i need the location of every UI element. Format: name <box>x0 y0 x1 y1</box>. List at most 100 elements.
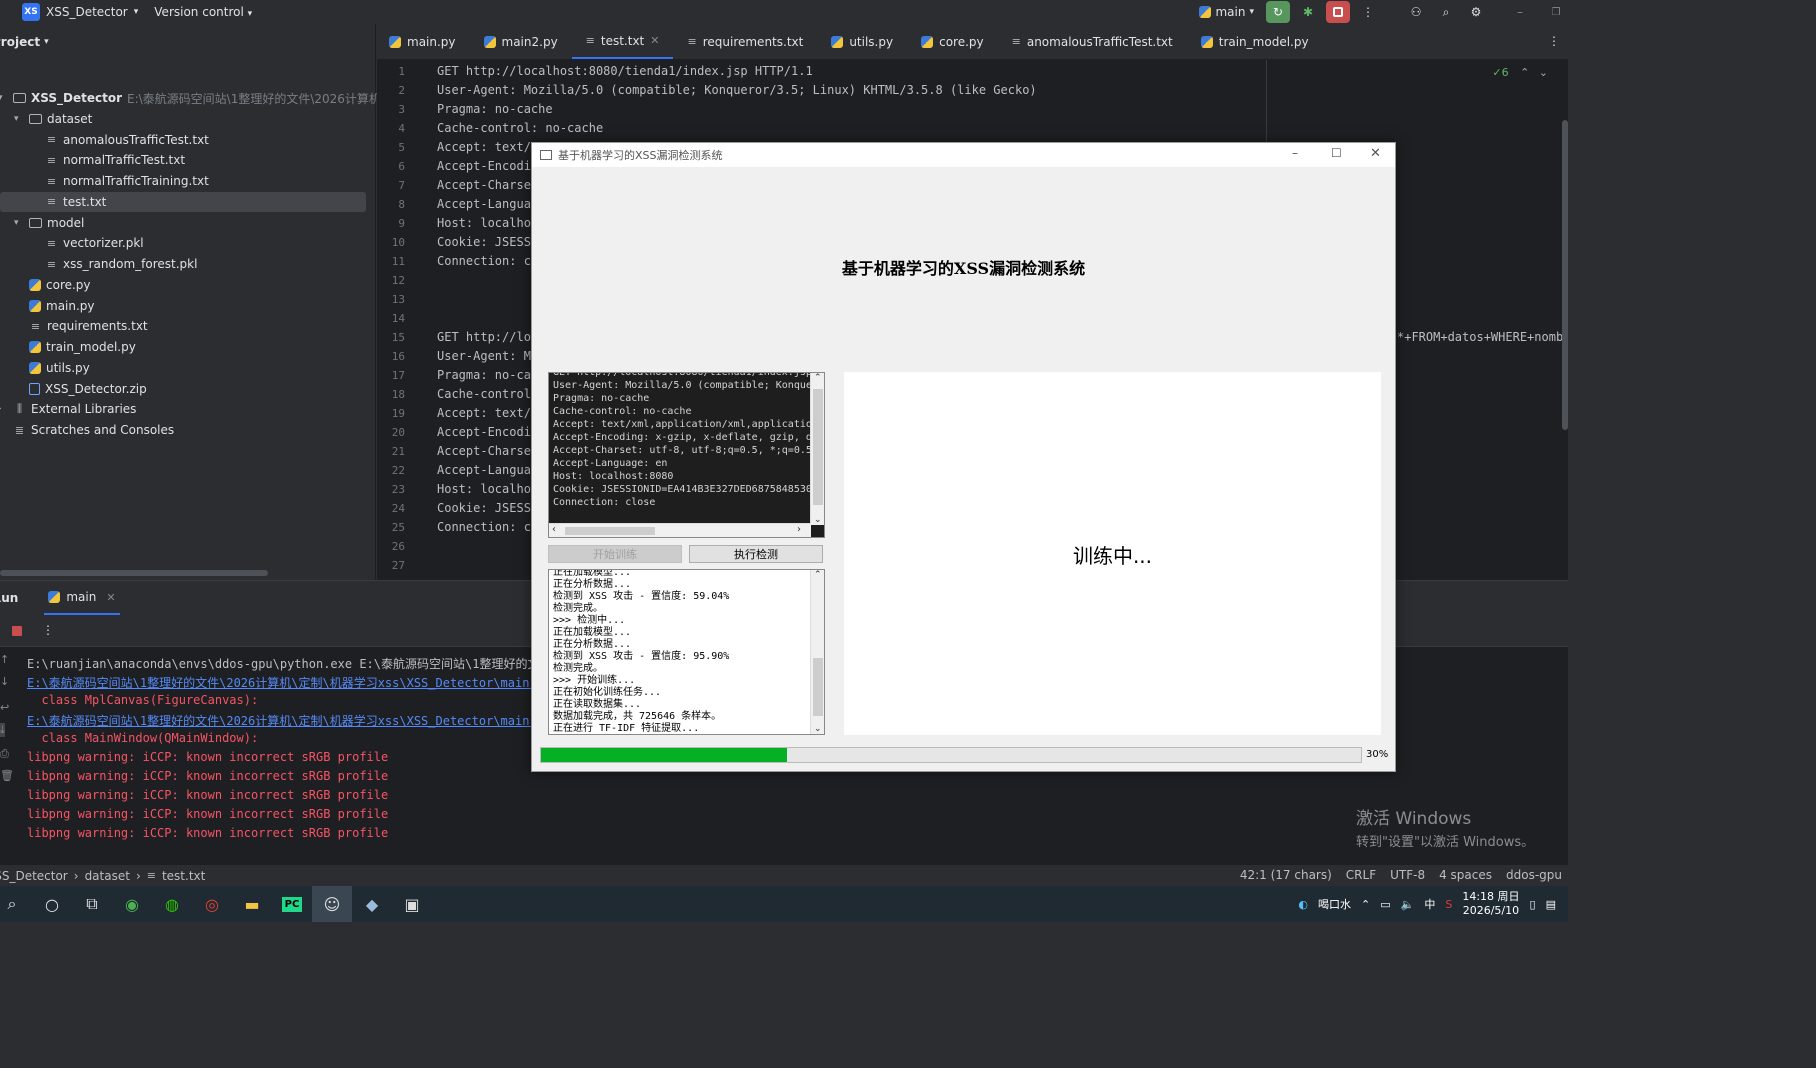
tree-item-xss-random-forest-pkl[interactable]: ≡ xss_random_forest.pkl <box>30 254 198 274</box>
tab-test-txt[interactable]: ≡ test.txt ✕ <box>571 24 674 59</box>
ime-indicator[interactable]: 中 <box>1424 896 1435 912</box>
breadcrumb-item[interactable]: XSS_Detector <box>0 869 68 883</box>
volume-icon[interactable]: 🔈 <box>1401 898 1415 911</box>
version-control-menu[interactable]: Version control ▾ <box>154 5 252 19</box>
arrow-down-icon[interactable]: ⌄ <box>814 724 822 734</box>
arrow-down-icon[interactable]: ⌄ <box>814 515 822 525</box>
python-app-icon[interactable]: ▣ <box>392 886 432 922</box>
arrow-up-icon[interactable]: ⌃ <box>814 570 822 580</box>
line-separator[interactable]: CRLF <box>1346 868 1376 882</box>
tree-item-model[interactable]: ▾ model <box>14 213 84 233</box>
indent-setting[interactable]: 4 spaces <box>1439 868 1492 882</box>
arrow-left-icon[interactable]: ‹ <box>552 524 556 535</box>
tree-item-utils-py[interactable]: utils.py <box>14 358 90 378</box>
scroll-thumb[interactable] <box>565 527 655 535</box>
arrow-up-icon[interactable]: ⌃ <box>814 373 822 383</box>
chevron-down-icon[interactable]: ▾ <box>14 114 24 124</box>
project-panel-header[interactable]: Project ▾ <box>0 24 375 60</box>
tab-train-model-py[interactable]: train_model.py <box>1187 24 1323 59</box>
tree-item-main-py[interactable]: main.py <box>14 296 95 316</box>
project-scrollbar[interactable] <box>0 570 268 576</box>
chevron-right-icon[interactable]: › <box>0 404 8 414</box>
breadcrumb-item[interactable]: dataset <box>85 869 130 883</box>
trash-icon[interactable]: 🗑 <box>0 769 14 782</box>
log-output[interactable]: 正在加载模型... 正在分析数据... 检测到 XSS 攻击 - 置信度: 59.0… <box>548 569 825 735</box>
python-interpreter[interactable]: ddos-gpu <box>1506 868 1562 882</box>
caret-position[interactable]: 42:1 (17 chars) <box>1240 868 1332 882</box>
tree-item-vectorizer-pkl[interactable]: ≡ vectorizer.pkl <box>30 233 144 253</box>
more-actions-icon[interactable]: ⋮ <box>1356 1 1380 23</box>
rerun-button[interactable]: ↻ <box>1266 1 1290 23</box>
pycharm-icon[interactable]: PC <box>272 886 312 922</box>
print-icon[interactable]: ⎙ <box>0 747 9 761</box>
chevron-down-icon[interactable]: ▾ <box>14 218 24 228</box>
tree-item-external-libraries[interactable]: › ⫼ External Libraries <box>0 399 136 419</box>
scroll-thumb[interactable] <box>813 389 823 505</box>
tab-requirements-txt[interactable]: ≡ requirements.txt <box>673 24 817 59</box>
tree-item-normaltraffictest-txt[interactable]: ≡ normalTrafficTest.txt <box>30 150 185 170</box>
tab-menu-icon[interactable]: ⋮ <box>1548 34 1560 48</box>
minimize-icon[interactable]: – <box>1508 1 1532 23</box>
arrow-up-icon[interactable]: ↑ <box>0 653 9 666</box>
maximize-icon[interactable]: ☐ <box>1331 146 1342 160</box>
add-user-icon[interactable]: ⚇ <box>1404 1 1428 23</box>
search-icon[interactable]: ⌕ <box>0 886 32 922</box>
tab-utils-py[interactable]: utils.py <box>817 24 907 59</box>
tree-item-train-model-py[interactable]: train_model.py <box>14 337 136 357</box>
close-icon[interactable]: ✕ <box>106 591 115 604</box>
tree-item-scratches-and-consoles[interactable]: ≣ Scratches and Consoles <box>0 420 174 440</box>
arrow-down-icon[interactable]: ↓ <box>0 675 9 688</box>
tree-item-xss-detector-zip[interactable]: XSS_Detector.zip <box>14 379 147 399</box>
chevron-up-icon[interactable]: ⌃ <box>1361 898 1370 911</box>
wechat-icon[interactable]: ◍ <box>152 886 192 922</box>
task-view-icon[interactable]: ⧉ <box>72 886 112 922</box>
close-icon[interactable]: ✕ <box>1370 146 1381 161</box>
app-360-icon[interactable]: ◉ <box>112 886 152 922</box>
app-notes-icon[interactable]: ◆ <box>352 886 392 922</box>
project-switcher[interactable]: XS XSS_Detector ▾ <box>22 3 138 21</box>
tree-item-core-py[interactable]: core.py <box>14 275 91 295</box>
console-link[interactable]: E:\泰航源码空间站\1整理好的文件\2026计算机\定制\机器学习xss\XS… <box>27 674 558 691</box>
tree-item-test-txt[interactable]: ≡ test.txt <box>0 191 366 212</box>
editor-scrollbar[interactable] <box>1562 120 1568 430</box>
tab-anomaloustraffictest-txt[interactable]: ≡ anomalousTrafficTest.txt <box>998 24 1187 59</box>
search-icon[interactable]: ⌕ <box>1434 1 1458 23</box>
start-training-button[interactable]: 开始训练 <box>548 545 682 563</box>
cortana-icon[interactable]: ○ <box>32 886 72 922</box>
weather-label[interactable]: 喝口水 <box>1318 896 1351 912</box>
tree-item-xss-detector[interactable]: ▾ XSS_Detector E:\泰航源码空间站\1整理好的文件\2026计算机\… <box>0 88 413 108</box>
request-input[interactable]: GET http://localhost:8080/tienda1/index.… <box>548 372 825 538</box>
console-link[interactable]: E:\泰航源码空间站\1整理好的文件\2026计算机\定制\机器学习xss\XS… <box>27 712 558 729</box>
run-detection-button[interactable]: 执行检测 <box>689 545 823 563</box>
problems-indicator[interactable]: ✓6 ⌃ ⌄ <box>1492 66 1548 79</box>
chevron-up-icon[interactable]: ⌃ <box>1520 66 1529 79</box>
sogou-icon[interactable]: S <box>1445 898 1452 911</box>
app-avatar-icon[interactable]: ☺ <box>312 886 352 922</box>
stop-button[interactable] <box>1326 1 1350 23</box>
tree-item-normaltraffictraining-txt[interactable]: ≡ normalTrafficTraining.txt <box>30 171 209 191</box>
tab-run-main[interactable]: main ✕ <box>44 581 120 615</box>
minimize-icon[interactable]: – <box>1292 146 1298 160</box>
chrome-icon[interactable]: ◎ <box>192 886 232 922</box>
restore-icon[interactable]: ❐ <box>1544 1 1568 23</box>
clock[interactable]: 14:18 周日 2026/5/10 <box>1462 890 1519 918</box>
network-icon[interactable]: ▭ <box>1380 898 1390 911</box>
notification-icon[interactable]: ▤ <box>1546 898 1556 911</box>
scroll-thumb[interactable] <box>813 658 823 716</box>
tree-item-dataset[interactable]: ▾ dataset <box>14 109 92 129</box>
chevron-down-icon[interactable]: ⌄ <box>1539 66 1548 79</box>
more-options-icon[interactable]: ⋮ <box>42 623 54 637</box>
request-hscrollbar[interactable]: ‹ › <box>549 523 811 537</box>
chevron-down-icon[interactable]: ▾ <box>0 93 8 103</box>
weather-icon[interactable]: ◐ <box>1298 898 1308 911</box>
request-vscrollbar[interactable]: ⌃ ⌄ <box>810 373 824 525</box>
branch-selector[interactable]: main ▾ <box>1199 5 1254 19</box>
gear-icon[interactable]: ⚙ <box>1464 1 1488 23</box>
tab-main2-py[interactable]: main2.py <box>470 24 572 59</box>
tree-item-anomaloustraffictest-txt[interactable]: ≡ anomalousTrafficTest.txt <box>30 130 209 150</box>
file-encoding[interactable]: UTF-8 <box>1390 868 1425 882</box>
show-desktop-icon[interactable]: ▯ <box>1530 898 1536 911</box>
tab-core-py[interactable]: core.py <box>907 24 998 59</box>
debug-icon[interactable]: ✱ <box>1296 1 1320 23</box>
file-explorer-icon[interactable]: ▬ <box>232 886 272 922</box>
